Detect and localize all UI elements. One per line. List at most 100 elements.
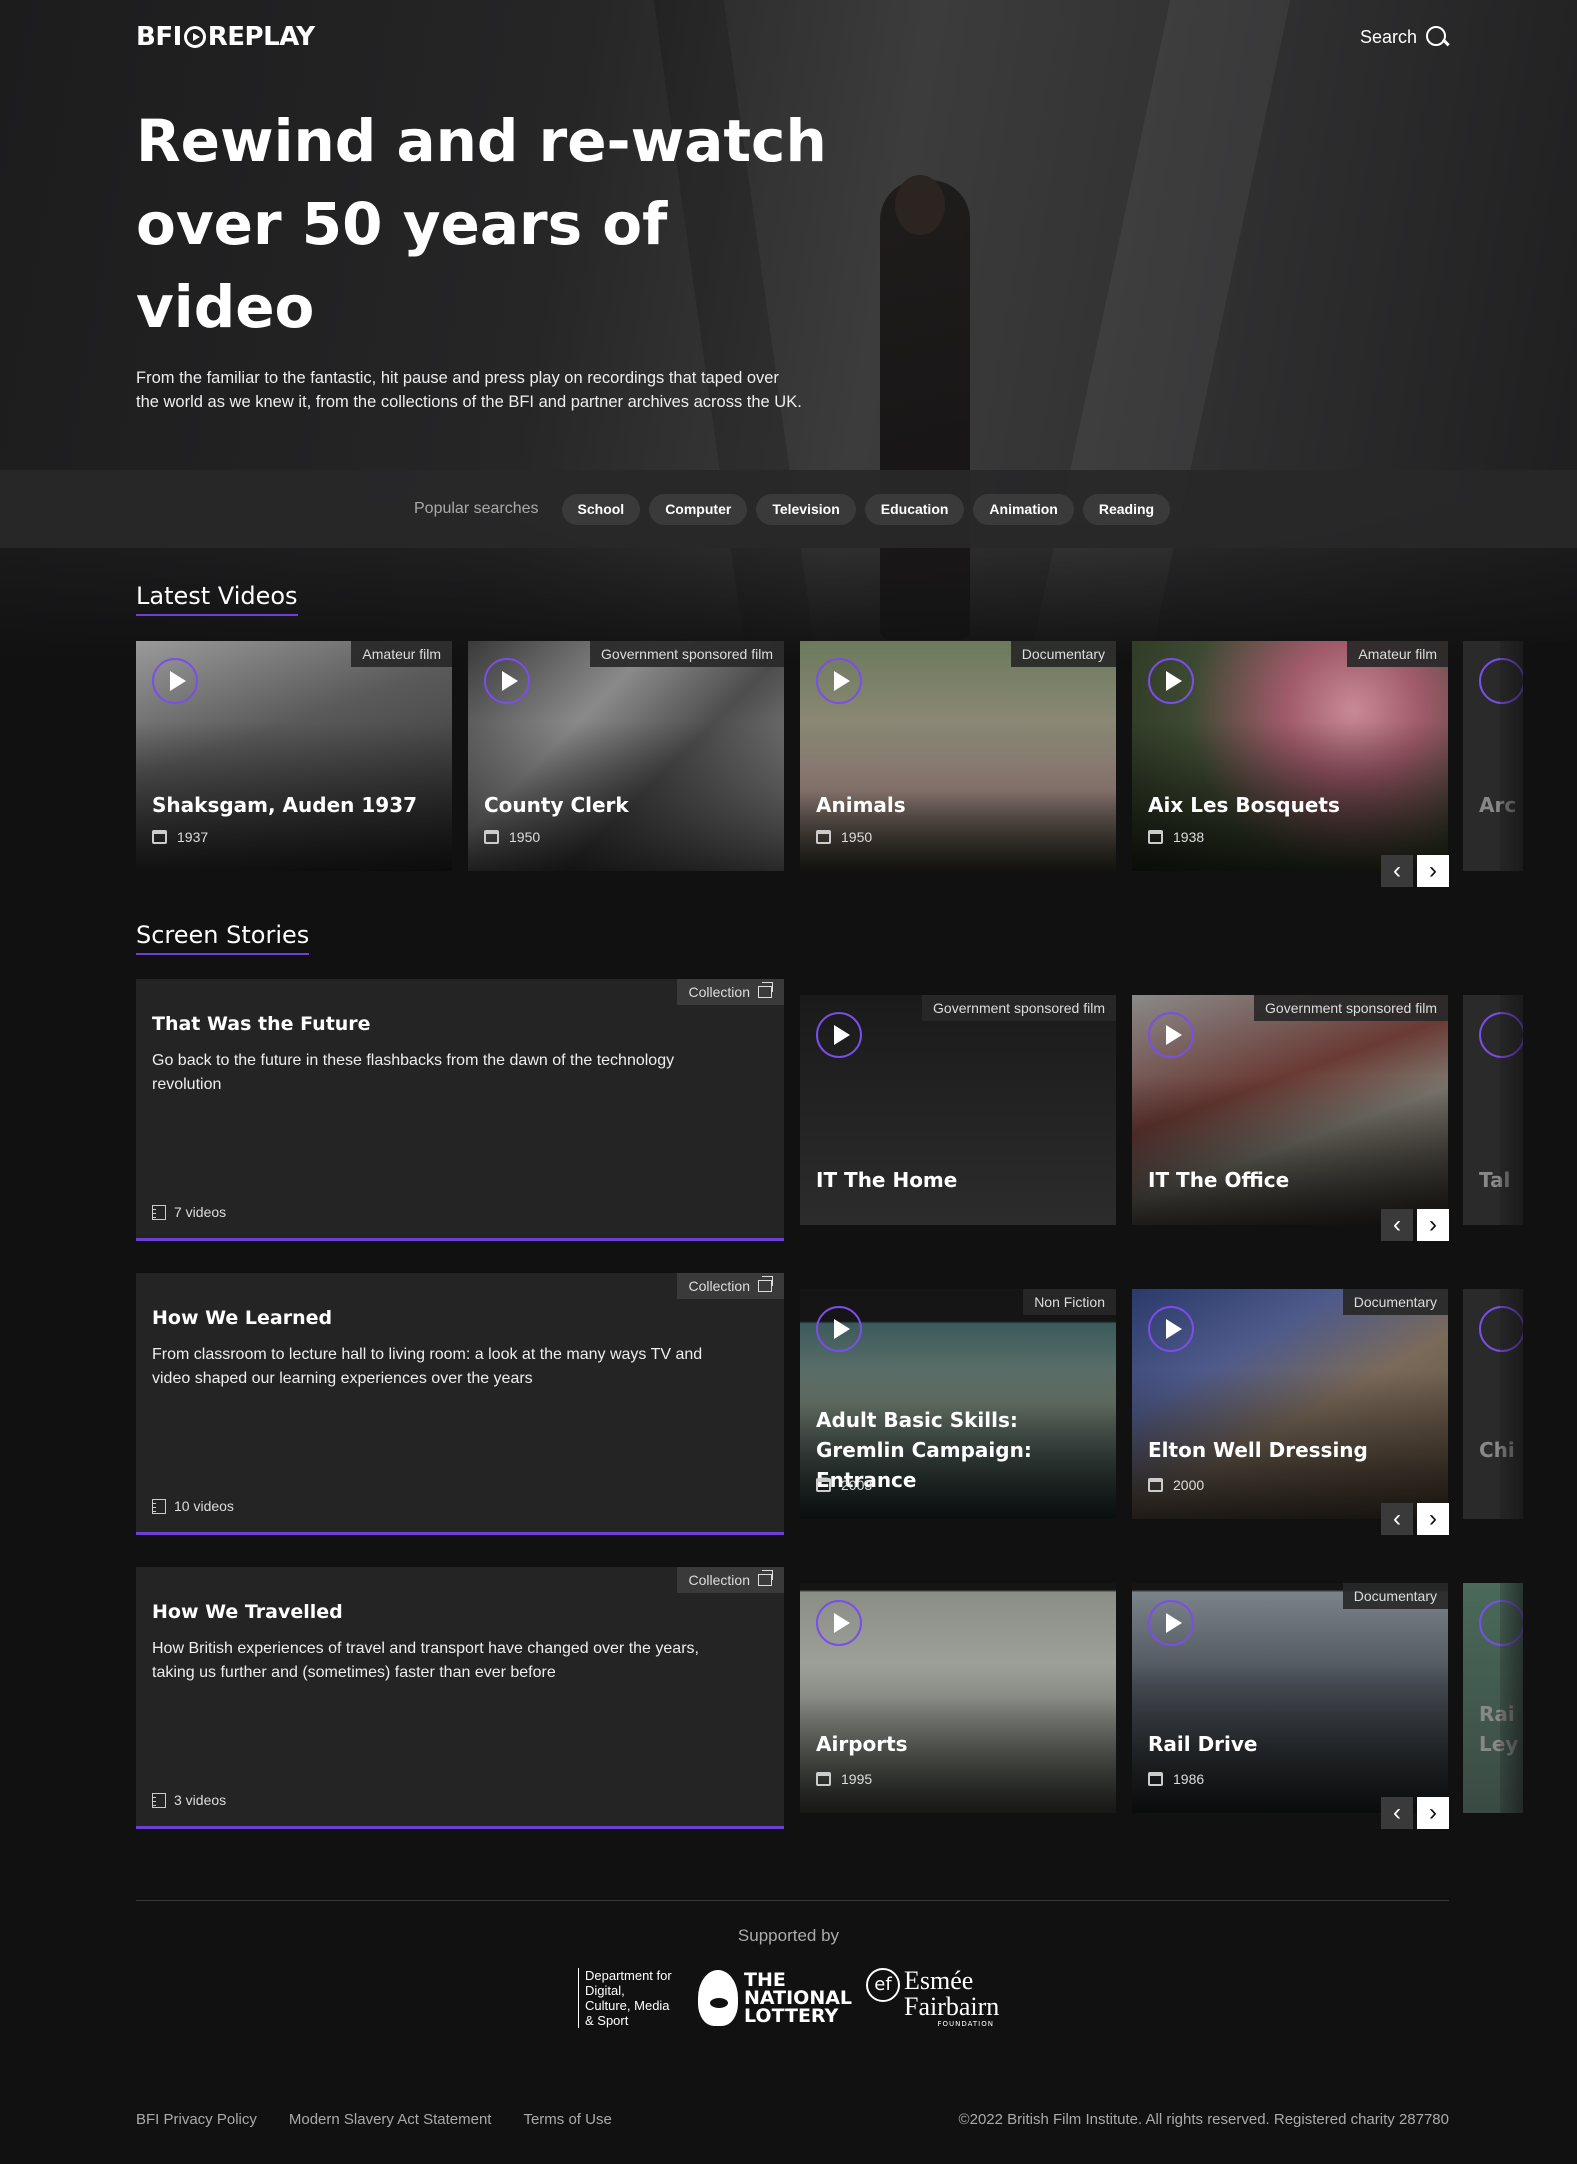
video-card[interactable]: Amateur film Aix Les Bosquets 1938 xyxy=(1132,641,1448,871)
video-year: 1995 xyxy=(816,1771,872,1787)
collection-card[interactable]: Collection How We Travelled How British … xyxy=(136,1567,784,1829)
hero-image-figure-head xyxy=(895,175,945,235)
popular-search-pill[interactable]: Computer xyxy=(649,493,748,525)
collection-card[interactable]: Collection That Was the Future Go back t… xyxy=(136,979,784,1241)
video-title: Elton Well Dressing xyxy=(1148,1438,1368,1462)
carousel-next-button[interactable]: › xyxy=(1417,1797,1449,1829)
video-card[interactable]: Amateur film Shaksgam, Auden 1937 1937 xyxy=(136,641,452,871)
collection-count-text: 7 videos xyxy=(174,1204,227,1220)
video-year: 2003 xyxy=(816,1477,872,1493)
collection-description: Go back to the future in these flashback… xyxy=(152,1052,675,1093)
site-header: BFI REPLAY Search xyxy=(136,20,1449,54)
video-title: IT The Home xyxy=(816,1168,958,1192)
video-year-text: 2000 xyxy=(1173,1477,1205,1493)
esmee-ef-mark: ef xyxy=(866,1968,900,2002)
collection-count: 7 videos xyxy=(152,1204,226,1220)
video-card[interactable]: Airports 1995 xyxy=(800,1583,1116,1813)
video-card[interactable]: Documentary Rail Drive 1986 xyxy=(1132,1583,1448,1813)
video-genre-tag: Government sponsored film xyxy=(1254,995,1448,1021)
esmee-fairbairn-logo[interactable]: ef Esmée Fairbairn FOUNDATION xyxy=(866,1966,1000,2028)
video-card[interactable]: Non Fiction Adult Basic Skills: Gremlin … xyxy=(800,1289,1116,1519)
collection-tag: Collection xyxy=(676,1273,784,1299)
hero-title: Rewind and re-watch over 50 years of vid… xyxy=(136,107,827,341)
play-icon xyxy=(816,1306,862,1352)
hero-description: From the familiar to the fantastic, hit … xyxy=(136,369,802,411)
search-label: Search xyxy=(1359,26,1417,47)
carousel-prev-button[interactable]: ‹ xyxy=(1381,855,1413,887)
video-year-text: 1937 xyxy=(177,829,209,845)
film-icon xyxy=(152,1498,166,1514)
video-card[interactable]: Government sponsored film IT The Office xyxy=(1132,995,1448,1225)
carousel-nav: ‹ › xyxy=(1381,1797,1449,1829)
dcms-logo[interactable]: Department for Digital, Culture, Media &… xyxy=(578,1968,672,2028)
carousel-fade xyxy=(1500,995,1577,1225)
video-year-text: 1950 xyxy=(509,829,541,845)
collection-title: How We Travelled xyxy=(152,1601,343,1623)
supported-by-label: Supported by xyxy=(737,1926,840,1945)
video-card[interactable]: Documentary Animals 1950 xyxy=(800,641,1116,871)
modern-slavery-link[interactable]: Modern Slavery Act Statement xyxy=(289,2111,492,2128)
video-genre-tag: Documentary xyxy=(1342,1289,1448,1315)
calendar-icon xyxy=(1148,1772,1163,1786)
carousel-next-button[interactable]: › xyxy=(1417,1209,1449,1241)
search-button[interactable]: Search xyxy=(1360,25,1449,49)
logo-text-replay: REPLAY xyxy=(207,22,315,52)
play-icon xyxy=(1148,1012,1194,1058)
collection-description: From classroom to lecture hall to living… xyxy=(152,1346,703,1387)
video-genre-tag: Government sponsored film xyxy=(590,641,784,667)
carousel-prev-button[interactable]: ‹ xyxy=(1381,1797,1413,1829)
footer-links: BFI Privacy Policy Modern Slavery Act St… xyxy=(136,2111,612,2128)
privacy-policy-link[interactable]: BFI Privacy Policy xyxy=(136,2111,257,2128)
carousel-prev-button[interactable]: ‹ xyxy=(1381,1209,1413,1241)
carousel-nav: ‹ › xyxy=(1381,1503,1449,1535)
video-card[interactable]: Government sponsored film County Clerk 1… xyxy=(468,641,784,871)
carousel-next-button[interactable]: › xyxy=(1417,855,1449,887)
search-icon xyxy=(1425,25,1449,49)
play-icon xyxy=(1148,1306,1194,1352)
play-icon xyxy=(1148,1600,1194,1646)
video-genre-tag: Amateur film xyxy=(1347,641,1448,667)
national-lottery-logo[interactable]: THE NATIONAL LOTTERY xyxy=(698,1970,852,2026)
collection-tag: Collection xyxy=(676,979,784,1005)
video-card[interactable]: Documentary Elton Well Dressing 2000 xyxy=(1132,1289,1448,1519)
video-year-text: 1950 xyxy=(841,829,873,845)
collection-title: How We Learned xyxy=(152,1307,333,1329)
popular-searches-bar: Popular searches School Computer Televis… xyxy=(0,470,1577,548)
play-icon xyxy=(816,658,862,704)
video-genre-tag: Documentary xyxy=(1010,641,1116,667)
esmee-name: Esmée Fairbairn xyxy=(904,1966,1000,2021)
video-title: Airports xyxy=(816,1732,908,1756)
collection-card[interactable]: Collection How We Learned From classroom… xyxy=(136,1273,784,1535)
film-icon xyxy=(152,1792,166,1808)
calendar-icon xyxy=(816,1772,831,1786)
video-card[interactable]: Government sponsored film IT The Home xyxy=(800,995,1116,1225)
latest-videos-heading: Latest Videos xyxy=(136,582,298,616)
carousel-fade xyxy=(1500,1583,1577,1813)
logo-text-bfi: BFI xyxy=(136,22,182,52)
popular-searches-label: Popular searches xyxy=(414,500,539,517)
collection-icon xyxy=(758,1570,773,1586)
video-title: Shaksgam, Auden 1937 xyxy=(152,793,418,817)
popular-search-pill[interactable]: Reading xyxy=(1082,493,1171,525)
popular-search-pill[interactable]: Television xyxy=(756,493,856,525)
carousel-prev-button[interactable]: ‹ xyxy=(1381,1503,1413,1535)
carousel-next-button[interactable]: › xyxy=(1417,1503,1449,1535)
popular-search-pill[interactable]: Education xyxy=(864,493,965,525)
collection-icon xyxy=(758,1276,773,1292)
video-year-text: 1986 xyxy=(1173,1771,1205,1787)
bfi-replay-logo[interactable]: BFI REPLAY xyxy=(136,22,315,52)
popular-search-pill[interactable]: Animation xyxy=(973,493,1074,525)
play-icon xyxy=(484,658,530,704)
calendar-icon xyxy=(816,830,831,844)
collection-count: 3 videos xyxy=(152,1792,226,1808)
collection-tag: Collection xyxy=(676,1567,784,1593)
copyright-text: ©2022 British Film Institute. All rights… xyxy=(958,2111,1449,2128)
play-icon xyxy=(816,1012,862,1058)
popular-search-pill[interactable]: School xyxy=(561,493,641,525)
video-genre-tag: Amateur film xyxy=(351,641,452,667)
video-year: 1937 xyxy=(152,829,208,845)
video-year-text: 1995 xyxy=(841,1771,873,1787)
video-year-text: 2003 xyxy=(841,1477,873,1493)
terms-of-use-link[interactable]: Terms of Use xyxy=(523,2111,611,2128)
video-title: Rail Drive xyxy=(1148,1732,1258,1756)
